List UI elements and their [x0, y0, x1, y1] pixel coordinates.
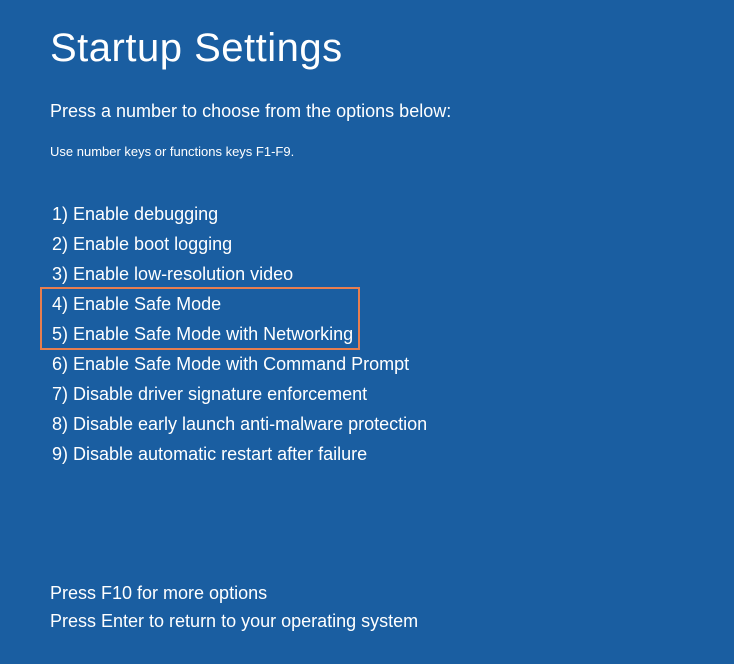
option-6[interactable]: 6) Enable Safe Mode with Command Prompt [50, 349, 684, 379]
option-4[interactable]: 4) Enable Safe Mode [50, 289, 684, 319]
option-9[interactable]: 9) Disable automatic restart after failu… [50, 439, 684, 469]
footer-instructions: Press F10 for more options Press Enter t… [50, 579, 684, 635]
option-7[interactable]: 7) Disable driver signature enforcement [50, 379, 684, 409]
options-list: 1) Enable debugging 2) Enable boot loggi… [50, 199, 684, 469]
more-options-hint: Press F10 for more options [50, 579, 684, 607]
option-8[interactable]: 8) Disable early launch anti-malware pro… [50, 409, 684, 439]
option-1[interactable]: 1) Enable debugging [50, 199, 684, 229]
option-5[interactable]: 5) Enable Safe Mode with Networking [50, 319, 684, 349]
instruction-hint: Use number keys or functions keys F1-F9. [50, 144, 684, 159]
return-hint: Press Enter to return to your operating … [50, 607, 684, 635]
option-2[interactable]: 2) Enable boot logging [50, 229, 684, 259]
option-3[interactable]: 3) Enable low-resolution video [50, 259, 684, 289]
instruction-subtitle: Press a number to choose from the option… [50, 101, 684, 122]
startup-settings-screen: Startup Settings Press a number to choos… [0, 0, 734, 661]
page-title: Startup Settings [50, 26, 684, 71]
